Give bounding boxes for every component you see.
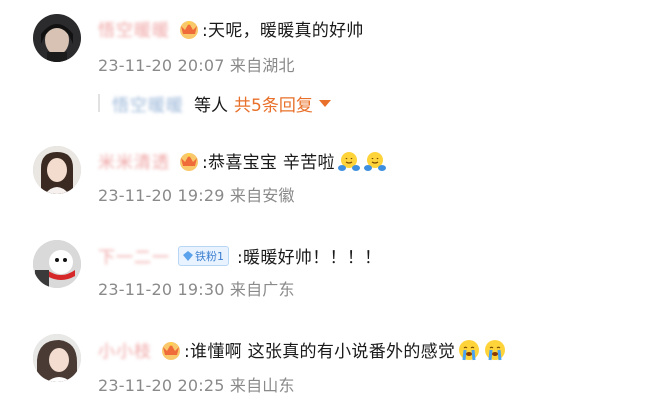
comment-list: 悟空暖暖 :天呢，暖暖真的好帅 23-11-20 20:07 来自湖北 悟空暖暖… (0, 0, 670, 405)
hug-emoji-icon (363, 149, 387, 173)
crying-emoji-icon (457, 338, 481, 362)
comment-meta: 23-11-20 19:29 来自安徽 (98, 186, 295, 205)
comment-meta: 23-11-20 20:07 来自湖北 (98, 56, 295, 75)
fan-level-badge[interactable]: 铁粉1 (178, 245, 229, 266)
reply-count-link[interactable]: 共5条回复 (234, 91, 313, 116)
reply-divider (98, 94, 100, 112)
username[interactable]: 下一二一 (98, 243, 170, 268)
reply-suffix: 等人 (194, 95, 228, 116)
username[interactable]: 小小枝 (98, 337, 152, 362)
avatar[interactable] (33, 146, 81, 194)
comment-text: :恭喜宝宝 辛苦啦 (202, 153, 335, 173)
fan-badge-label: 铁粉1 (195, 249, 224, 263)
crying-emoji-icon (483, 338, 507, 362)
reply-summary[interactable]: 悟空暖暖 等人 共5条回复 (98, 88, 331, 118)
hug-emoji-icon (337, 149, 361, 173)
username[interactable]: 悟空暖暖 (98, 16, 170, 41)
avatar[interactable] (33, 240, 81, 288)
comment-meta: 23-11-20 20:25 来自山东 (98, 376, 295, 395)
caret-down-icon[interactable] (318, 99, 331, 107)
comment-text: :谁懂啊 这张真的有小说番外的感觉 (184, 342, 456, 362)
avatar[interactable] (33, 334, 81, 382)
crown-badge-icon (176, 150, 202, 172)
comment-meta: 23-11-20 19:30 来自广东 (98, 280, 295, 299)
diamond-icon (183, 250, 193, 261)
username[interactable]: 米米清透 (98, 148, 170, 173)
crown-badge-icon (176, 18, 202, 40)
comment-text: :暖暖好帅！！！！ (237, 248, 382, 268)
crown-badge-icon (158, 339, 184, 361)
reply-username[interactable]: 悟空暖暖 (112, 91, 184, 116)
comment-text: :天呢，暖暖真的好帅 (202, 21, 364, 41)
avatar[interactable] (33, 14, 81, 62)
